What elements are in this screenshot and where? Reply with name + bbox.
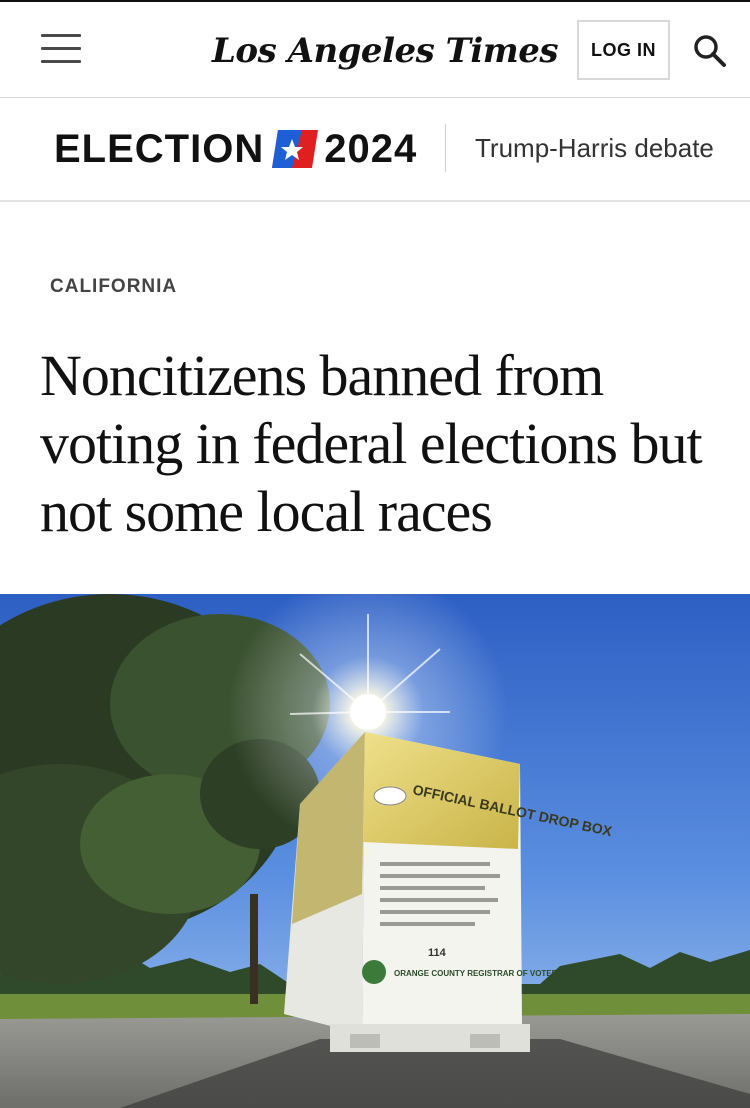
drop-box-registrar: ORANGE COUNTY REGISTRAR OF VOTERS (394, 969, 563, 978)
hero-image: OFFICIAL BALLOT DROP BOX 114 ORANGE COUN… (0, 594, 750, 1108)
site-header: Los Angeles Times LOG IN (0, 0, 750, 98)
search-icon[interactable] (692, 33, 728, 69)
election-flag-icon (272, 130, 319, 168)
election-nav-bar: ELECTION 2024 Trump-Harris debate (0, 98, 750, 202)
login-button[interactable]: LOG IN (577, 20, 670, 80)
election-topics-strip: Trump-Harris debate (475, 128, 750, 168)
drop-box-number: 114 (428, 947, 447, 959)
article-headline: Noncitizens banned from voting in federa… (40, 343, 703, 544)
nav-item-trump-harris-debate[interactable]: Trump-Harris debate (475, 133, 714, 163)
hamburger-menu-icon[interactable] (41, 32, 81, 66)
site-logo[interactable]: Los Angeles Times (212, 26, 559, 76)
election-2024-link[interactable]: ELECTION 2024 (54, 124, 417, 174)
election-label: ELECTION (54, 126, 265, 171)
section-label[interactable]: CALIFORNIA (50, 276, 177, 298)
nav-divider (445, 124, 446, 172)
election-year: 2024 (324, 126, 418, 171)
